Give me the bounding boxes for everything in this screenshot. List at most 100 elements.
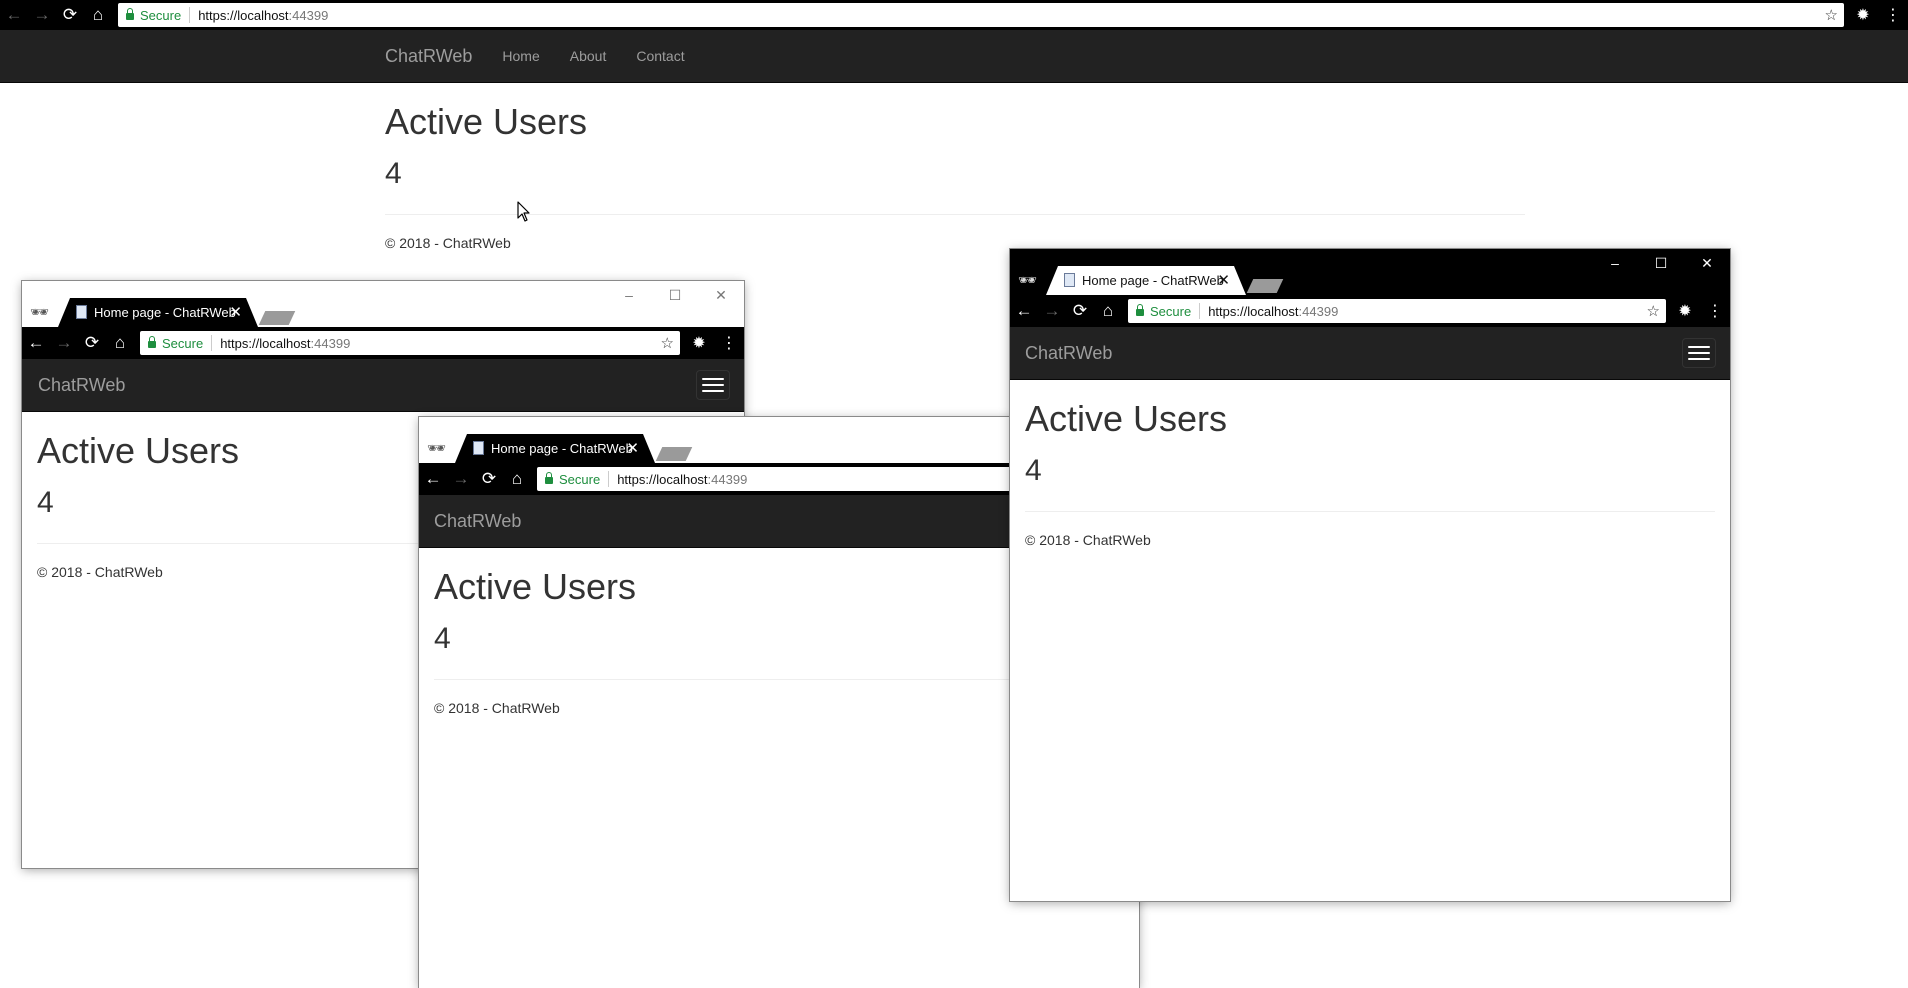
home-icon[interactable]: ⌂: [84, 5, 112, 25]
nav-toggle-button[interactable]: [1682, 338, 1716, 368]
address-bar[interactable]: Secure https://localhost:44399 ☆: [140, 331, 680, 355]
close-icon[interactable]: ✕: [698, 281, 744, 311]
minimize-icon[interactable]: –: [606, 281, 652, 311]
incognito-icon: 🕶: [427, 440, 447, 457]
close-icon[interactable]: ✕: [1684, 249, 1730, 279]
site-navbar: ChatRWeb: [22, 359, 744, 412]
url-host: https://localhost: [220, 335, 311, 351]
extension-icon[interactable]: ✹: [684, 333, 714, 353]
extension-icon[interactable]: ✹: [1848, 5, 1878, 25]
title-bar: 🕶 Home page - ChatRWeb ✕ – ☐ ✕: [1010, 249, 1730, 295]
extension-icon[interactable]: ✹: [1670, 301, 1700, 321]
url-host: https://localhost: [198, 7, 289, 23]
page-favicon-icon: [473, 441, 484, 455]
forward-icon[interactable]: →: [447, 469, 475, 489]
nav-link-home[interactable]: Home: [502, 48, 539, 64]
lock-icon: [126, 8, 134, 20]
secure-label: Secure: [162, 335, 204, 351]
secure-label: Secure: [1150, 303, 1192, 319]
page-body: Active Users 4 © 2018 - ChatRWeb: [370, 101, 1540, 251]
new-tab-button[interactable]: [1246, 279, 1284, 293]
forward-icon[interactable]: →: [28, 5, 56, 25]
secure-label: Secure: [140, 7, 182, 23]
url-port: :44399: [288, 7, 329, 23]
lock-icon: [545, 472, 553, 484]
browser-tab[interactable]: Home page - ChatRWeb ✕: [58, 298, 258, 327]
divider: [1025, 511, 1715, 512]
active-users-count: 4: [385, 157, 402, 190]
reload-icon[interactable]: ⟳: [78, 333, 106, 353]
forward-icon[interactable]: →: [50, 333, 78, 353]
page-favicon-icon: [76, 305, 87, 319]
site-brand-link[interactable]: ChatRWeb: [434, 511, 521, 532]
reload-icon[interactable]: ⟳: [475, 469, 503, 489]
nav-toggle-button[interactable]: [696, 370, 730, 400]
url-port: :44399: [310, 335, 351, 351]
incognito-icon: 🕶: [1018, 272, 1038, 289]
window-controls: – ☐ ✕: [606, 281, 744, 311]
mouse-cursor-icon: [517, 201, 530, 222]
tab-title: Home page - ChatRWeb: [1082, 273, 1224, 288]
maximize-icon[interactable]: ☐: [1638, 249, 1684, 279]
bookmark-star-icon[interactable]: ☆: [1647, 302, 1660, 320]
active-users-count: 4: [1025, 454, 1042, 487]
tab-close-icon[interactable]: ✕: [229, 303, 242, 321]
tab-close-icon[interactable]: ✕: [626, 439, 639, 457]
reload-icon[interactable]: ⟳: [56, 5, 84, 25]
bookmark-star-icon[interactable]: ☆: [661, 334, 674, 352]
browser-toolbar: ← → ⟳ ⌂ Secure https://localhost:44399 ☆…: [1010, 295, 1730, 327]
page-title: Active Users: [385, 101, 588, 142]
url-port: :44399: [1298, 303, 1339, 319]
page-footer: © 2018 - ChatRWeb: [1025, 532, 1151, 548]
chrome-menu-icon[interactable]: ⋮: [1878, 5, 1908, 25]
site-brand-link[interactable]: ChatRWeb: [38, 375, 125, 396]
url-port: :44399: [707, 471, 748, 487]
nav-link-contact[interactable]: Contact: [636, 48, 684, 64]
chrome-menu-icon[interactable]: ⋮: [714, 333, 744, 353]
divider: [385, 214, 1525, 215]
secure-label: Secure: [559, 471, 601, 487]
incognito-icon: 🕶: [30, 304, 50, 321]
back-icon[interactable]: ←: [419, 469, 447, 489]
new-tab-button[interactable]: [655, 447, 693, 461]
reload-icon[interactable]: ⟳: [1066, 301, 1094, 321]
back-icon[interactable]: ←: [22, 333, 50, 353]
bookmark-star-icon[interactable]: ☆: [1825, 6, 1838, 24]
separator: [211, 335, 213, 351]
minimize-icon[interactable]: –: [1592, 249, 1638, 279]
page-title: Active Users: [1025, 398, 1228, 439]
browser-tab[interactable]: Home page - ChatRWeb ✕: [1046, 266, 1246, 295]
url-host: https://localhost: [1208, 303, 1299, 319]
maximize-icon[interactable]: ☐: [652, 281, 698, 311]
home-icon[interactable]: ⌂: [1094, 301, 1122, 321]
url-host: https://localhost: [617, 471, 708, 487]
address-bar[interactable]: Secure https://localhost:44399 ☆: [118, 3, 1844, 27]
tab-title: Home page - ChatRWeb: [491, 441, 633, 456]
browser-toolbar: ← → ⟳ ⌂ Secure https://localhost:44399 ☆…: [0, 0, 1908, 30]
site-navbar: ChatRWeb Home About Contact: [0, 30, 1908, 83]
window-controls: – ☐ ✕: [1592, 249, 1730, 279]
home-icon[interactable]: ⌂: [106, 333, 134, 353]
separator: [1199, 303, 1201, 319]
separator: [189, 7, 191, 23]
browser-tab[interactable]: Home page - ChatRWeb ✕: [455, 434, 655, 463]
site-brand-link[interactable]: ChatRWeb: [1025, 343, 1112, 364]
tab-close-icon[interactable]: ✕: [1217, 271, 1230, 289]
tab-title: Home page - ChatRWeb: [94, 305, 236, 320]
site-brand-link[interactable]: ChatRWeb: [385, 46, 472, 67]
forward-icon[interactable]: →: [1038, 301, 1066, 321]
back-icon[interactable]: ←: [1010, 301, 1038, 321]
page-favicon-icon: [1064, 273, 1075, 287]
page-body: Active Users 4 © 2018 - ChatRWeb: [1010, 398, 1730, 548]
nav-link-about[interactable]: About: [570, 48, 607, 64]
browser-window-right: 🕶 Home page - ChatRWeb ✕ – ☐ ✕ ← → ⟳ ⌂ S…: [1010, 249, 1730, 901]
home-icon[interactable]: ⌂: [503, 469, 531, 489]
address-bar[interactable]: Secure https://localhost:44399 ☆: [1128, 299, 1666, 323]
separator: [608, 471, 610, 487]
chrome-menu-icon[interactable]: ⋮: [1700, 301, 1730, 321]
site-navbar: ChatRWeb: [1010, 327, 1730, 380]
lock-icon: [1136, 304, 1144, 316]
back-icon[interactable]: ←: [0, 5, 28, 25]
lock-icon: [148, 336, 156, 348]
new-tab-button[interactable]: [258, 311, 296, 325]
